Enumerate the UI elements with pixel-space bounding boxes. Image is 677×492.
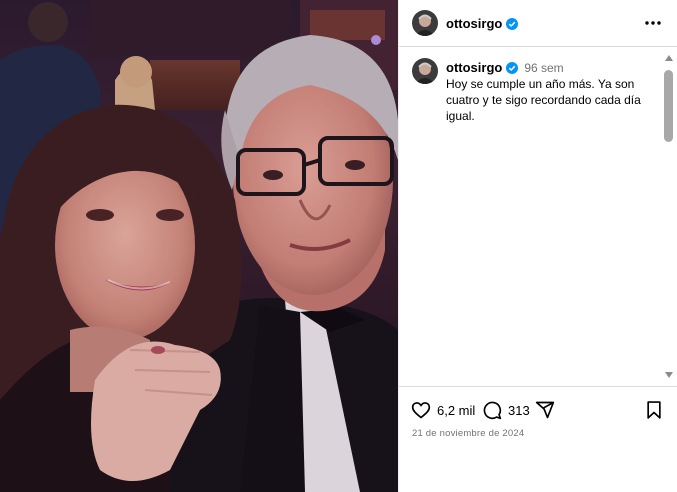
share-button[interactable]: [535, 400, 555, 420]
verified-icon: [506, 18, 519, 30]
avatar[interactable]: [412, 10, 438, 36]
heart-icon: [411, 402, 431, 419]
comment-icon: [483, 401, 502, 420]
likes-count[interactable]: 6,2 mil: [437, 403, 475, 418]
verified-icon: [506, 62, 519, 74]
header-username[interactable]: ottosirgo: [446, 16, 519, 31]
caption-meta: ottosirgo 96 sem: [446, 60, 564, 75]
caption-area: ottosirgo 96 sem Hoy se cumple un año má…: [399, 48, 661, 386]
post-photo[interactable]: [0, 0, 398, 492]
actions-bar: 6,2 mil 313 21 de noviembre de 2024: [399, 386, 677, 492]
save-button[interactable]: [644, 400, 664, 425]
caption-username[interactable]: ottosirgo: [446, 60, 502, 75]
selfie-image: [0, 0, 398, 492]
post-date[interactable]: 21 de noviembre de 2024: [412, 428, 524, 439]
scroll-down-arrow-icon[interactable]: [665, 372, 673, 378]
avatar-image: [412, 58, 438, 84]
caption-text: Hoy se cumple un año más. Ya son cuatro …: [446, 77, 641, 123]
more-options-icon[interactable]: [644, 15, 662, 31]
post-details-panel: ottosirgo ottosirgo 96 sem Hoy se cumple…: [398, 0, 677, 492]
scroll-up-arrow-icon[interactable]: [665, 55, 673, 61]
header-username-text[interactable]: ottosirgo: [446, 16, 502, 31]
comment-button[interactable]: 313: [482, 400, 530, 420]
scrollbar[interactable]: [660, 48, 677, 386]
caption-avatar[interactable]: [412, 58, 438, 84]
like-button[interactable]: 6,2 mil: [411, 400, 475, 420]
avatar-image: [412, 10, 438, 36]
share-icon: [535, 401, 555, 419]
scroll-thumb[interactable]: [664, 70, 673, 142]
post-time[interactable]: 96 sem: [524, 61, 563, 75]
bookmark-icon: [647, 401, 661, 419]
post-header: ottosirgo: [399, 0, 677, 47]
comments-count[interactable]: 313: [508, 403, 530, 418]
